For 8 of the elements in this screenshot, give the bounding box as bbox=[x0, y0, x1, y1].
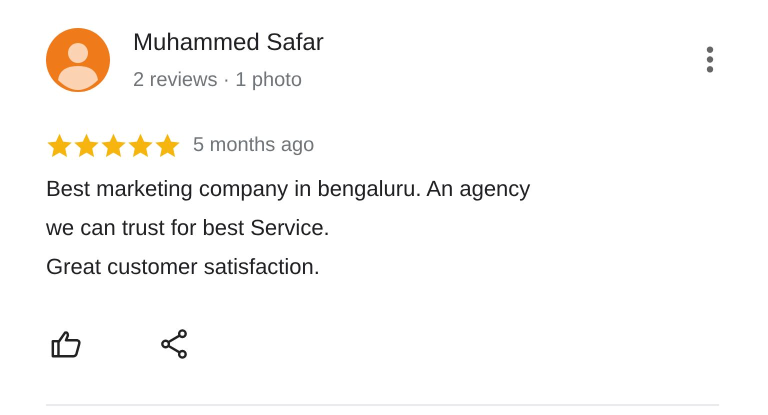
thumbs-up-icon[interactable] bbox=[50, 329, 82, 359]
more-icon[interactable] bbox=[706, 46, 714, 73]
review-time: 5 months ago bbox=[193, 134, 314, 157]
reviewer-name[interactable]: Muhammed Safar bbox=[133, 29, 324, 57]
reviewer-stats: 2 reviews · 1 photo bbox=[133, 69, 302, 92]
review-text: Best marketing company in bengaluru. An agency we can trust for best Service. Great customer satisfaction. bbox=[46, 175, 532, 281]
share-icon[interactable] bbox=[160, 328, 188, 360]
avatar-icon bbox=[46, 28, 110, 92]
